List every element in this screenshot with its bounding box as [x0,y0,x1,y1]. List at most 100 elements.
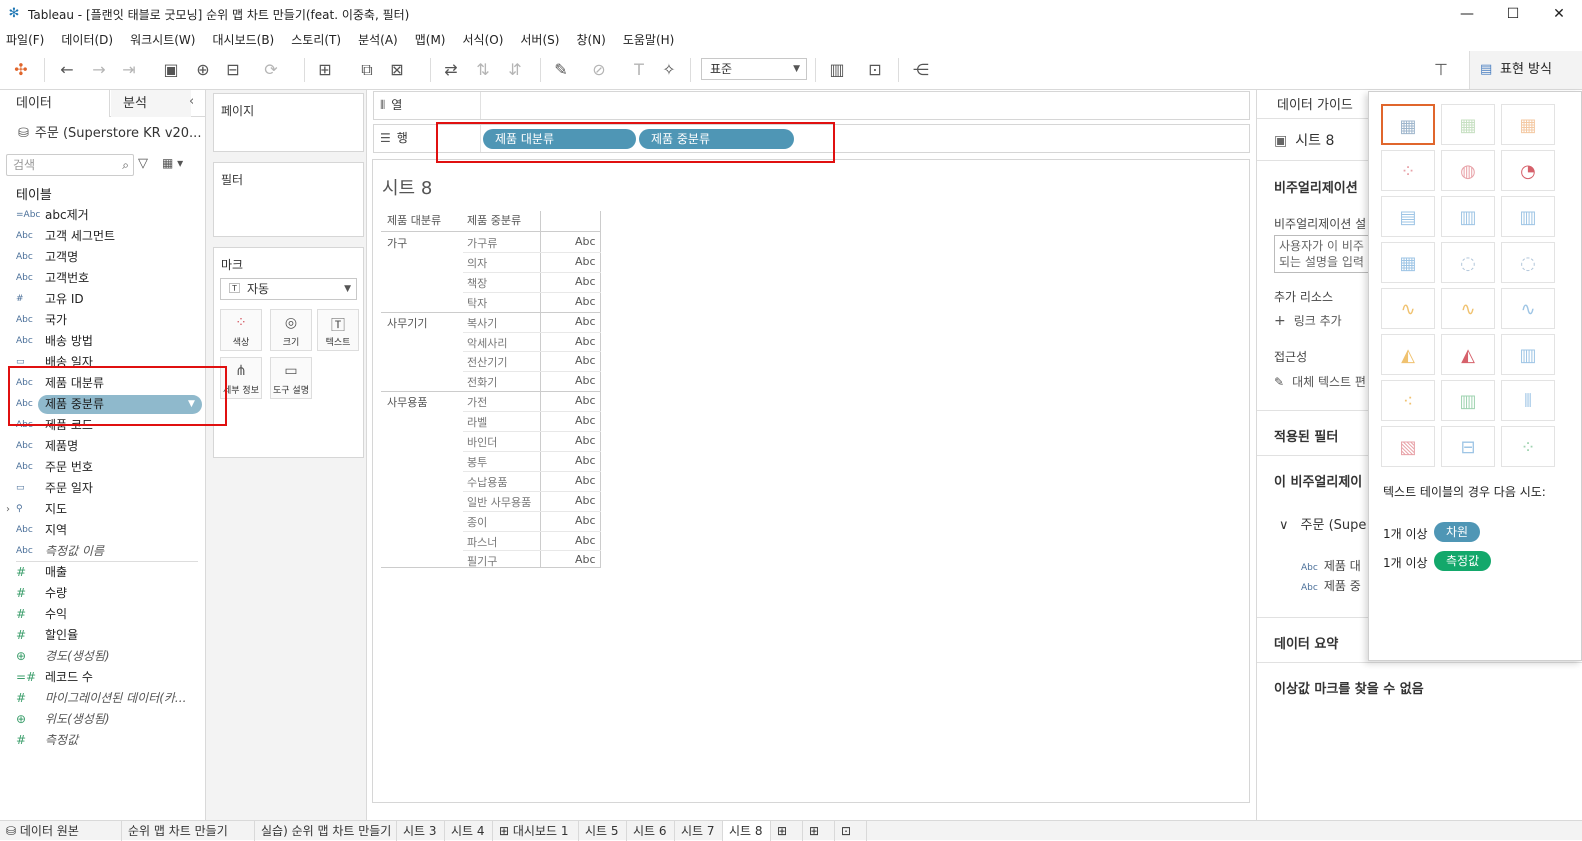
filled-map-icon[interactable]: ◍ [1441,150,1495,191]
menu-help[interactable]: 도움말(H) [623,31,675,48]
gantt-chart-icon[interactable]: ▧ [1381,426,1435,467]
text-mark[interactable]: Abc [575,275,596,288]
expand-icon[interactable]: › [6,499,10,520]
new-datasource-icon[interactable]: ⊕ [192,59,214,81]
pause-updates-icon[interactable]: ⊟ [222,59,244,81]
subcategory-header[interactable]: 라벨 [467,414,487,430]
area-continuous-icon[interactable]: ◭ [1381,334,1435,375]
subcategory-header[interactable]: 필기구 [467,553,497,569]
column-header-category[interactable]: 제품 대분류 [387,211,441,231]
sheet-tab[interactable]: ⊞ 대시보드 1 [493,821,579,841]
text-mark[interactable]: Abc [575,354,596,367]
dimension-field[interactable]: Abc 고객번호 [0,268,205,289]
measure-field[interactable]: # 수량 [0,583,205,604]
show-cards-icon[interactable]: ▥ [826,59,848,81]
measure-field[interactable]: # 측정값 [0,730,205,751]
measure-field[interactable]: # 수익 [0,604,205,625]
sheet-tab[interactable]: 시트 7 [675,821,723,841]
side-by-side-bar-icon[interactable]: ▥ [1501,196,1555,237]
dimension-field[interactable]: Abc 배송 방법 [0,331,205,352]
sort-ascending-icon[interactable]: ⇅ [472,59,494,81]
pin-axes-icon[interactable]: ✧ [658,59,680,81]
menu-story[interactable]: 스토리(T) [291,31,341,48]
node-field-1[interactable]: Abc 제품 대 [1301,557,1361,574]
filters-card[interactable]: 필터 [213,162,364,237]
show-labels-icon[interactable]: T [628,59,650,81]
group-icon[interactable]: ⊘ [588,59,610,81]
subcategory-header[interactable]: 수납용품 [467,474,507,490]
show-me-pin-icon[interactable]: ⊤ [1430,59,1452,81]
measure-field[interactable]: # 매출 [0,562,205,583]
dimension-field[interactable]: › ⚲ 지도 [0,499,205,520]
text-mark[interactable]: Abc [575,414,596,427]
treemap-icon[interactable]: ▦ [1381,242,1435,283]
subcategory-header[interactable]: 의자 [467,255,487,271]
new-worksheet-icon[interactable]: ⊞ [314,59,336,81]
text-mark[interactable]: Abc [575,494,596,507]
subcategory-header[interactable]: 바인더 [467,434,497,450]
text-mark[interactable]: Abc [575,374,596,387]
subcategory-header[interactable]: 전화기 [467,374,497,390]
line-discrete-icon[interactable]: ∿ [1441,288,1495,329]
view-options-icon[interactable]: ▦ ▾ [162,156,183,170]
share-icon[interactable]: ⋲ [910,59,932,81]
clear-sheet-icon[interactable]: ⊠ [386,59,408,81]
close-icon[interactable]: ✕ [1536,0,1582,28]
subcategory-header[interactable]: 복사기 [467,315,497,331]
heat-map-icon[interactable]: ▦ [1441,104,1495,145]
box-whisker-icon[interactable]: ⫴ [1501,380,1555,421]
sheet-title[interactable]: 시트 8 [382,174,432,200]
alt-text-button[interactable]: ✎ 대체 텍스트 편 [1274,373,1366,390]
redo-icon[interactable]: → [88,59,110,81]
show-me-button[interactable]: ▤ 표현 방식 [1469,51,1582,89]
sheet-tab[interactable]: ⛁ 데이터 원본 [0,821,122,841]
menu-worksheet[interactable]: 워크시트(W) [130,31,195,48]
text-mark[interactable]: Abc [575,474,596,487]
subcategory-header[interactable]: 가전 [467,394,487,410]
sort-descending-icon[interactable]: ⇵ [504,59,526,81]
text-mark[interactable]: Abc [575,394,596,407]
horizontal-bar-icon[interactable]: ▤ [1381,196,1435,237]
node-field-2[interactable]: Abc 제품 중 [1301,577,1361,594]
measure-field[interactable]: # 마이그레이션된 데이터(카... [0,688,205,709]
menu-format[interactable]: 서식(O) [463,31,504,48]
subcategory-header[interactable]: 가구류 [467,235,497,251]
sheet-tab[interactable]: 시트 3 [397,821,445,841]
menu-file[interactable]: 파일(F) [6,31,44,48]
dimension-field[interactable]: Abc 측정값 이름 [0,541,205,562]
dual-line-icon[interactable]: ∿ [1501,288,1555,329]
dimension-field[interactable]: Abc 고객명 [0,247,205,268]
tab-analytics[interactable]: 분석 [111,90,191,117]
save-icon[interactable]: ▣ [160,59,182,81]
stacked-bar-icon[interactable]: ▥ [1441,196,1495,237]
symbol-map-icon[interactable]: ⁘ [1381,150,1435,191]
sheet-tab[interactable]: 순위 맵 차트 만들기 [122,821,255,841]
dimension-field[interactable]: Abc 지역 [0,520,205,541]
column-header-subcategory[interactable]: 제품 중분류 [467,211,521,231]
dimension-field[interactable]: ▭ 주문 일자 [0,478,205,499]
minimize-icon[interactable]: — [1444,0,1490,28]
text-mark[interactable]: Abc [575,255,596,268]
dual-combination-icon[interactable]: ▥ [1501,334,1555,375]
sheet-tab[interactable]: 시트 4 [445,821,493,841]
new-worksheet-icon[interactable]: ⊞ [771,821,803,841]
source-node[interactable]: ∨ 주문 (Supe [1279,514,1366,533]
text-mark[interactable]: Abc [575,434,596,447]
search-input[interactable]: 검색 ⌕ [6,154,134,176]
subcategory-header[interactable]: 전산기기 [467,354,507,370]
text-mark[interactable]: Abc [575,235,596,248]
dimension-field[interactable]: Abc 주문 번호 [0,457,205,478]
new-dashboard-icon[interactable]: ⊞ [803,821,835,841]
area-discrete-icon[interactable]: ◭ [1441,334,1495,375]
side-by-side-circle-icon[interactable]: ◌ [1501,242,1555,283]
measure-field[interactable]: =# 레코드 수 [0,667,205,688]
color-button[interactable]: ⁘ 색상 [220,309,262,351]
subcategory-header[interactable]: 책장 [467,275,487,291]
category-header[interactable]: 사무기기 [387,315,427,331]
sheet-tab[interactable]: 시트 8 [723,821,771,841]
text-mark[interactable]: Abc [575,315,596,328]
tableau-home-icon[interactable]: ✣ [10,59,32,81]
sheet-tab[interactable]: 시트 6 [627,821,675,841]
measure-field[interactable]: # 할인율 [0,625,205,646]
circle-view-icon[interactable]: ◌ [1441,242,1495,283]
